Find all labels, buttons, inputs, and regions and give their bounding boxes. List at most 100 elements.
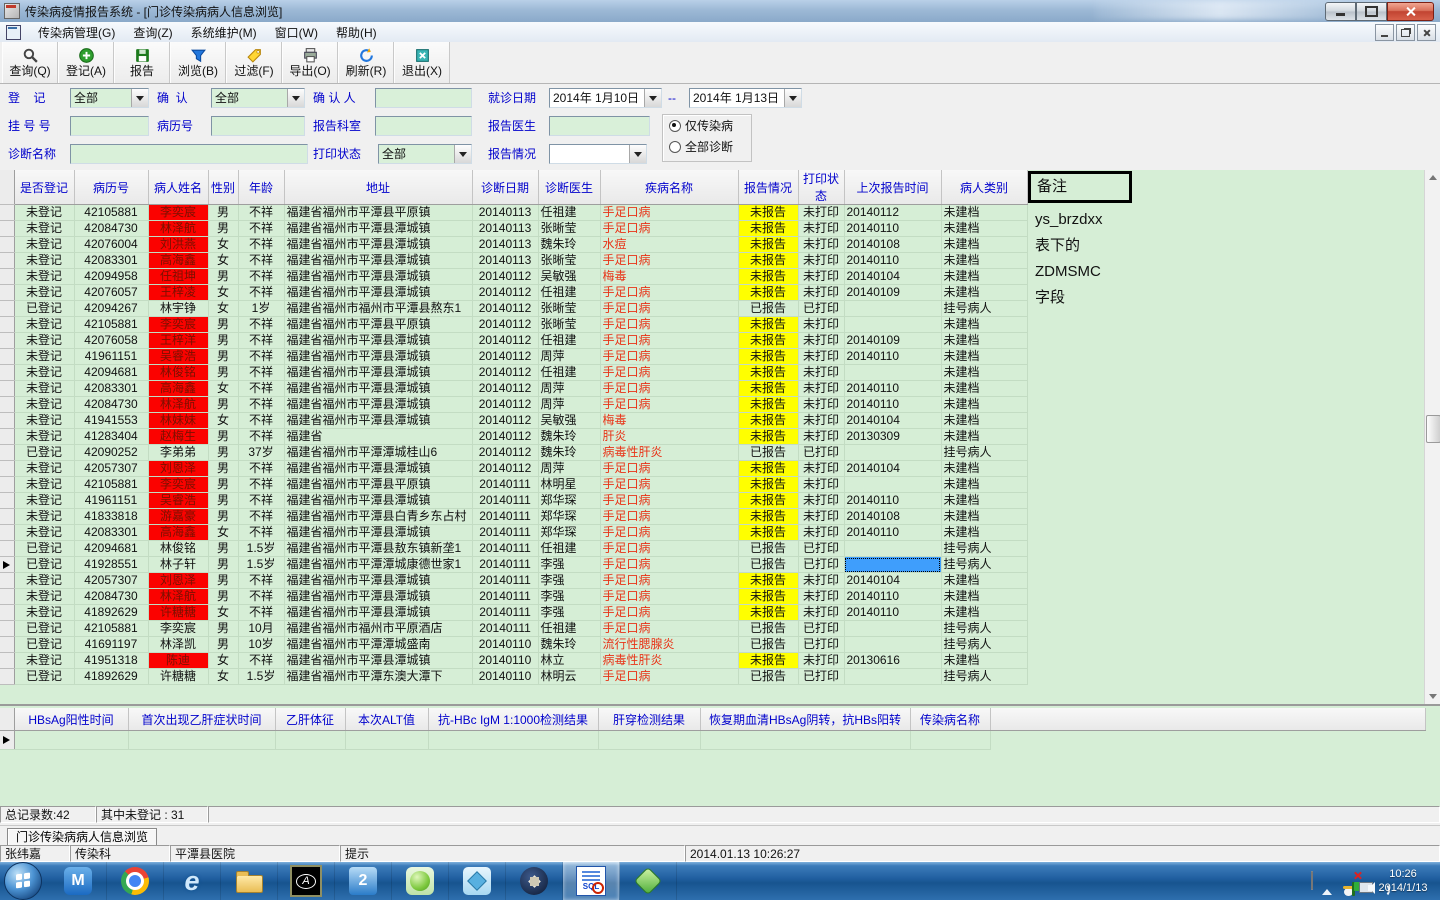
- cell-disease-name[interactable]: 手足口病: [600, 396, 739, 413]
- row-gutter[interactable]: [0, 236, 15, 253]
- cell-diagnosis-date[interactable]: 20140111: [472, 524, 539, 541]
- cell-age[interactable]: 不祥: [238, 524, 285, 541]
- cell-disease-name[interactable]: 手足口病: [600, 620, 739, 637]
- cell-case-no[interactable]: 42090252: [74, 444, 149, 461]
- report-status-select[interactable]: [549, 144, 647, 164]
- cell-diagnosis-doctor[interactable]: 魏朱玲: [538, 636, 601, 653]
- cell-patient-name[interactable]: 王梓凌: [148, 284, 209, 301]
- row-gutter[interactable]: [0, 604, 15, 621]
- hep-cell-6[interactable]: [700, 730, 911, 750]
- toolbar-button-5[interactable]: 导出(O): [282, 42, 338, 83]
- cell-age[interactable]: 不祥: [238, 588, 285, 605]
- dept-input[interactable]: [375, 116, 472, 136]
- hep-cell-4[interactable]: [428, 730, 599, 750]
- cell-registered[interactable]: 已登记: [14, 668, 75, 685]
- cell-address[interactable]: 福建省福州市平潭县潭城镇: [284, 364, 473, 381]
- cell-report-status[interactable]: 未报告: [738, 604, 799, 621]
- cell-address[interactable]: 福建省福州市平潭县潭城镇: [284, 380, 473, 397]
- cell-report-status[interactable]: 已报告: [738, 556, 799, 573]
- cell-report-status[interactable]: 未报告: [738, 412, 799, 429]
- cell-patient-name[interactable]: 李奕宸: [148, 620, 209, 637]
- cell-registered[interactable]: 未登记: [14, 492, 75, 509]
- cell-print-status[interactable]: 已打印: [798, 540, 845, 557]
- cell-patient-name[interactable]: 林泽凯: [148, 636, 209, 653]
- cell-age[interactable]: 不祥: [238, 572, 285, 589]
- cell-patient-name[interactable]: 林泽航: [148, 396, 209, 413]
- row-gutter[interactable]: [0, 540, 15, 557]
- cell-report-status[interactable]: 未报告: [738, 524, 799, 541]
- cell-sex[interactable]: 男: [208, 492, 239, 509]
- cell-registered[interactable]: 未登记: [14, 588, 75, 605]
- row-gutter[interactable]: [0, 492, 15, 509]
- cell-report-status[interactable]: 已报告: [738, 300, 799, 317]
- cell-case-no[interactable]: 41941553: [74, 412, 149, 429]
- cell-patient-category[interactable]: 挂号病人: [941, 300, 1028, 317]
- cell-case-no[interactable]: 42094958: [74, 268, 149, 285]
- cell-report-status[interactable]: 已报告: [738, 668, 799, 685]
- cell-patient-category[interactable]: 未建档: [941, 652, 1028, 669]
- taskbar-app-action[interactable]: A: [278, 862, 335, 900]
- taskbar-clock[interactable]: 10:26 2014/1/13: [1370, 862, 1436, 900]
- cell-print-status[interactable]: 未打印: [798, 236, 845, 253]
- cell-age[interactable]: 不祥: [238, 492, 285, 509]
- cell-last-report-time[interactable]: 20140110: [844, 252, 942, 269]
- chevron-down-icon[interactable]: [454, 145, 471, 163]
- cell-registered[interactable]: 未登记: [14, 428, 75, 445]
- cell-diagnosis-doctor[interactable]: 吴敏强: [538, 412, 601, 429]
- cell-print-status[interactable]: 未打印: [798, 508, 845, 525]
- menu-item-0[interactable]: 传染病管理(G): [29, 24, 124, 42]
- cell-diagnosis-date[interactable]: 20140111: [472, 476, 539, 493]
- cell-diagnosis-doctor[interactable]: 林立: [538, 652, 601, 669]
- cell-last-report-time[interactable]: 20140110: [844, 588, 942, 605]
- taskbar-app-chrome[interactable]: [107, 862, 164, 900]
- cell-last-report-time[interactable]: 20140110: [844, 604, 942, 621]
- cell-age[interactable]: 不祥: [238, 284, 285, 301]
- cell-diagnosis-date[interactable]: 20140111: [472, 604, 539, 621]
- taskbar-app-maxthon[interactable]: M: [50, 862, 107, 900]
- taskbar-app-cube[interactable]: [449, 862, 506, 900]
- cell-patient-category[interactable]: 挂号病人: [941, 620, 1028, 637]
- current-row-indicator[interactable]: [0, 556, 15, 573]
- cell-case-no[interactable]: 41892629: [74, 604, 149, 621]
- row-gutter[interactable]: [0, 252, 15, 269]
- cell-report-status[interactable]: 未报告: [738, 588, 799, 605]
- cell-sex[interactable]: 男: [208, 220, 239, 237]
- cell-age[interactable]: 不祥: [238, 652, 285, 669]
- cell-report-status[interactable]: 未报告: [738, 332, 799, 349]
- cell-case-no[interactable]: 42105881: [74, 204, 149, 221]
- cell-print-status[interactable]: 已打印: [798, 300, 845, 317]
- cell-last-report-time[interactable]: 20140110: [844, 348, 942, 365]
- taskbar-app-sql[interactable]: SQL: [563, 862, 620, 900]
- hep-column-header-7[interactable]: 传染病名称: [910, 708, 991, 731]
- cell-print-status[interactable]: 未打印: [798, 652, 845, 669]
- cell-diagnosis-date[interactable]: 20140112: [472, 396, 539, 413]
- row-gutter[interactable]: [0, 508, 15, 525]
- cell-address[interactable]: 福建省福州市平潭县潭城镇: [284, 284, 473, 301]
- cell-case-no[interactable]: 41928551: [74, 556, 149, 573]
- cell-print-status[interactable]: 未打印: [798, 412, 845, 429]
- cell-case-no[interactable]: 41961151: [74, 492, 149, 509]
- cell-registered[interactable]: 未登记: [14, 236, 75, 253]
- cell-diagnosis-doctor[interactable]: 李强: [538, 572, 601, 589]
- caseno-input[interactable]: [211, 116, 305, 136]
- cell-disease-name[interactable]: 手足口病: [600, 300, 739, 317]
- cell-disease-name[interactable]: 手足口病: [600, 668, 739, 685]
- cell-patient-category[interactable]: 未建档: [941, 428, 1028, 445]
- cell-patient-category[interactable]: 未建档: [941, 572, 1028, 589]
- cell-diagnosis-date[interactable]: 20140111: [472, 588, 539, 605]
- cell-last-report-time[interactable]: [844, 444, 942, 461]
- cell-registered[interactable]: 未登记: [14, 604, 75, 621]
- cell-disease-name[interactable]: 手足口病: [600, 204, 739, 221]
- cell-last-report-time[interactable]: [844, 636, 942, 653]
- cell-registered[interactable]: 未登记: [14, 380, 75, 397]
- cell-registered[interactable]: 已登记: [14, 300, 75, 317]
- visit-date-from-select[interactable]: 2014年 1月10日: [549, 88, 662, 108]
- cell-print-status[interactable]: 未打印: [798, 204, 845, 221]
- row-gutter[interactable]: [0, 316, 15, 333]
- menu-item-2[interactable]: 系统维护(M): [182, 24, 266, 42]
- cell-report-status[interactable]: 未报告: [738, 316, 799, 333]
- cell-report-status[interactable]: 未报告: [738, 284, 799, 301]
- cell-disease-name[interactable]: 手足口病: [600, 588, 739, 605]
- column-header-disease-name[interactable]: 疾病名称: [600, 170, 739, 205]
- cell-patient-name[interactable]: 游嘉豪: [148, 508, 209, 525]
